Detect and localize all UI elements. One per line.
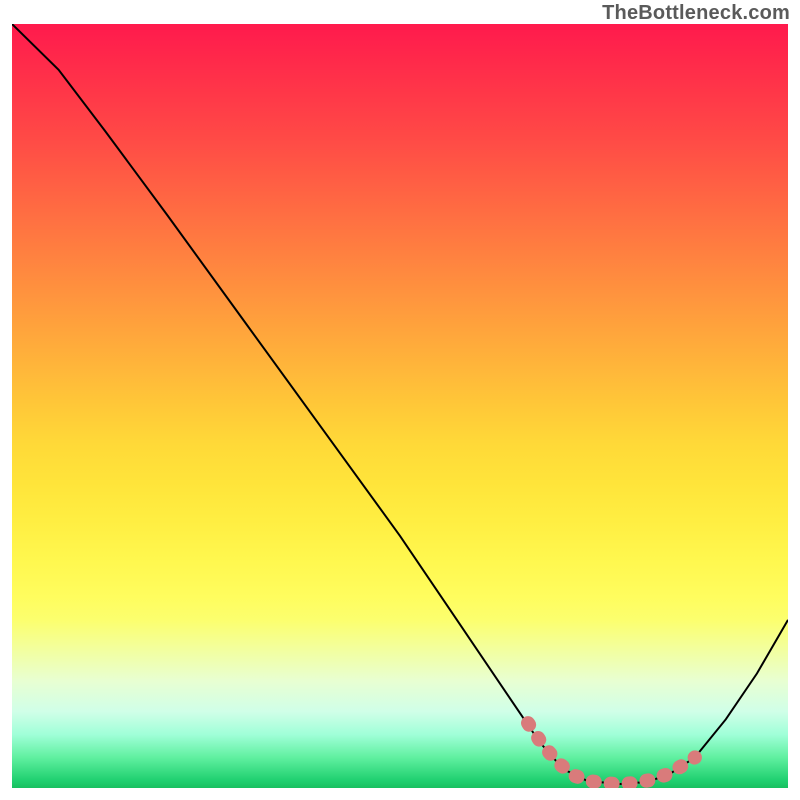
- highlight-band: [522, 717, 701, 784]
- highlight-dot: [689, 751, 701, 763]
- plot-area: [12, 24, 788, 788]
- curve-layer: [12, 24, 788, 788]
- bottleneck-curve: [12, 24, 788, 784]
- highlight-dot: [522, 717, 534, 729]
- chart-container: TheBottleneck.com: [0, 0, 800, 800]
- highlight-stroke: [528, 723, 695, 784]
- watermark-text: TheBottleneck.com: [602, 2, 790, 25]
